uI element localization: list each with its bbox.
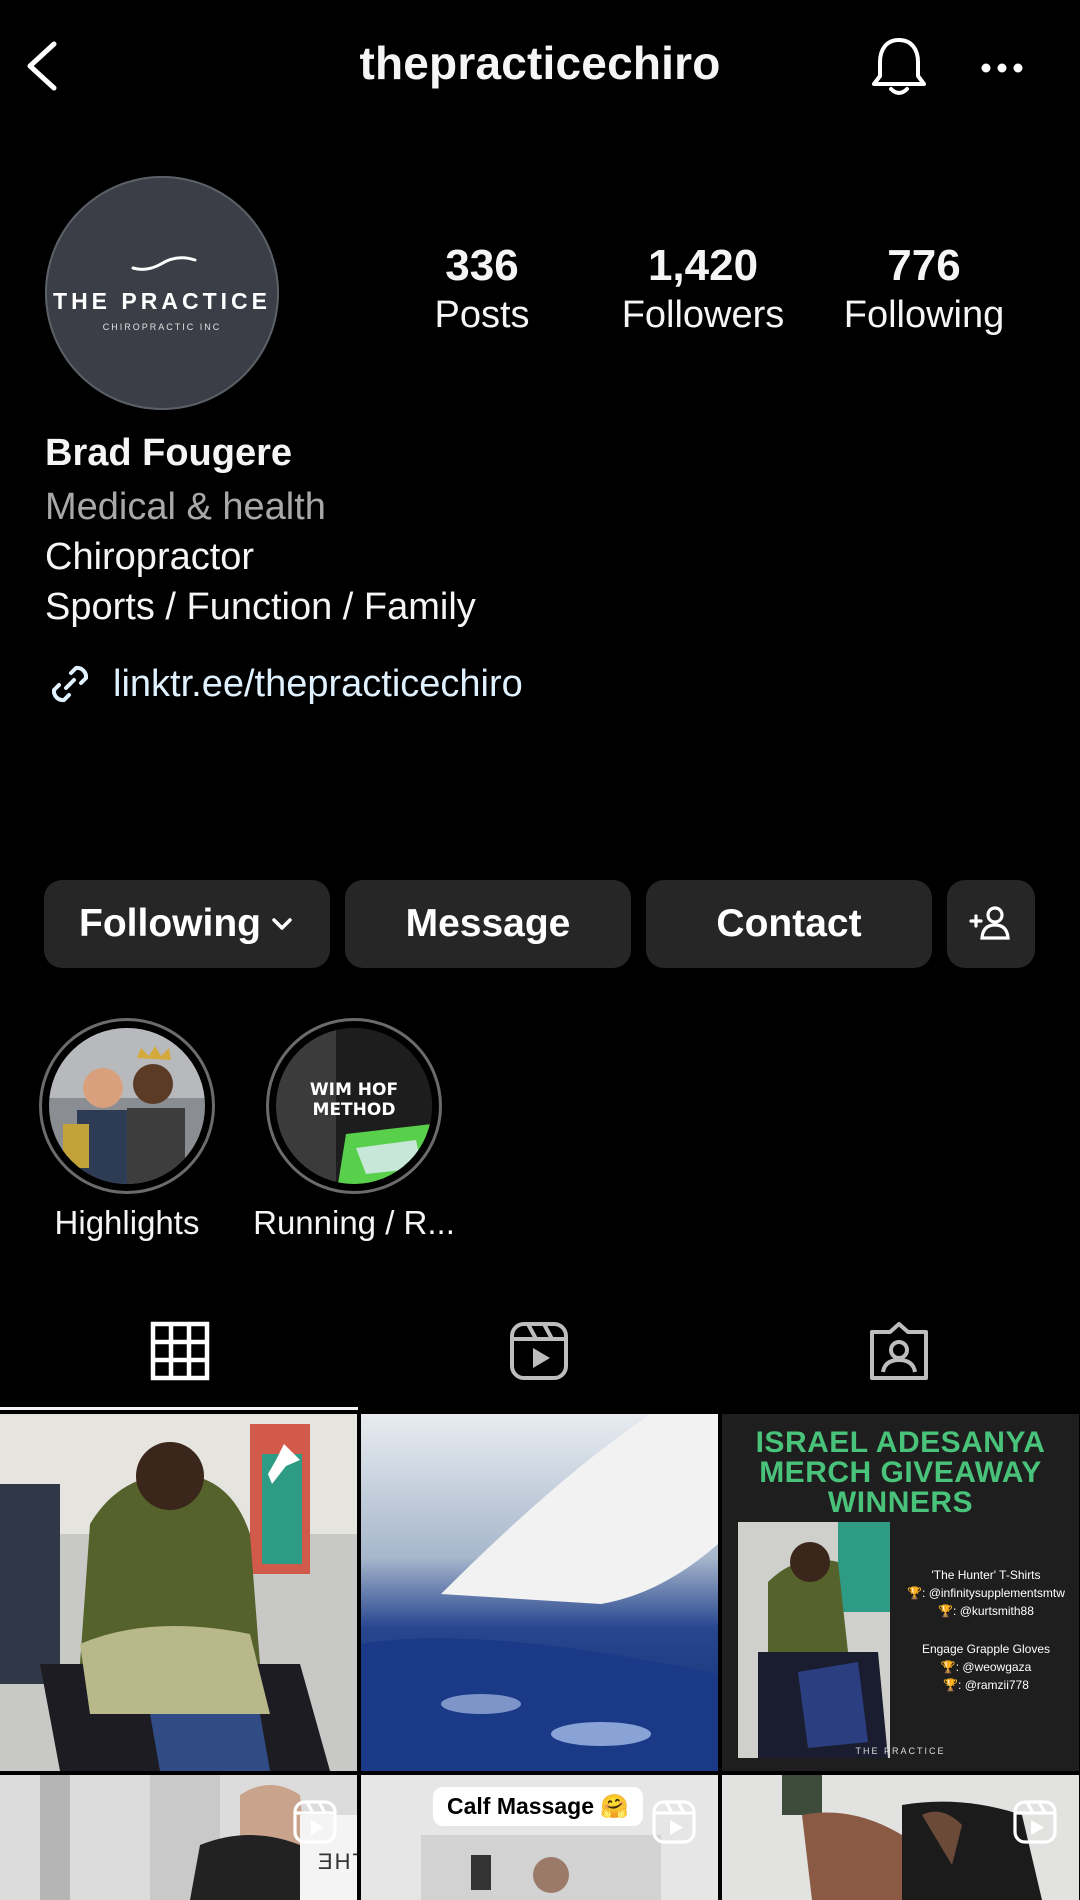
logo-wave-icon xyxy=(131,256,197,271)
avatar-brand-subtext: CHIROPRACTIC INC xyxy=(102,322,222,332)
reels-tab-icon[interactable] xyxy=(508,1320,570,1382)
highlight-label: Highlights xyxy=(54,1204,200,1241)
grid-post-reel[interactable] xyxy=(722,1775,1079,1900)
posts-stat[interactable]: 336 Posts xyxy=(392,240,572,338)
reel-badge-icon xyxy=(293,1800,337,1844)
profile-link-text: linktr.ee/thepracticechiro xyxy=(113,662,523,705)
grid-tab-icon[interactable] xyxy=(149,1320,211,1382)
followers-stat[interactable]: 1,420 Followers xyxy=(613,240,793,338)
profile-category: Medical & health xyxy=(45,486,326,528)
highlight-running[interactable]: WIM HOF METHOD xyxy=(266,1018,442,1194)
following-button[interactable]: Following xyxy=(44,880,330,968)
grid-post-reel[interactable]: THE I xyxy=(0,1775,357,1900)
followers-count: 1,420 xyxy=(647,241,759,290)
contact-button-label: Contact xyxy=(716,902,862,945)
followers-label: Followers xyxy=(621,294,785,336)
giveaway-title: ISRAEL ADESANYA MERCH GIVEAWAY WINNERS xyxy=(722,1428,1079,1518)
highlight-highlights[interactable] xyxy=(39,1018,215,1194)
posts-label: Posts xyxy=(434,294,530,336)
calf-massage-caption: Calf Massage 🤗 xyxy=(433,1787,644,1826)
avatar-brand-text: THE PRACTICE xyxy=(53,288,271,314)
following-stat[interactable]: 776 Following xyxy=(834,240,1014,338)
highlight-label: Running / R... xyxy=(253,1204,455,1241)
giveaway-title-line: WINNERS xyxy=(827,1486,974,1519)
highlight-cover-image xyxy=(49,1028,205,1184)
grid-post[interactable] xyxy=(361,1414,718,1771)
highlight-cover-image: WIM HOF METHOD xyxy=(276,1028,432,1184)
active-tab-indicator xyxy=(0,1407,358,1410)
giveaway-photo xyxy=(738,1522,890,1758)
following-count: 776 xyxy=(887,241,961,290)
message-button-label: Message xyxy=(405,902,571,945)
posts-count: 336 xyxy=(445,241,519,290)
highlight-cover-text: WIM HOF METHOD xyxy=(309,1080,399,1120)
contact-button[interactable]: Contact xyxy=(646,880,932,968)
giveaway-line: 🏆: @kurtsmith88 xyxy=(938,1604,1034,1618)
giveaway-line: 🏆: @infinitysupplementsmtw xyxy=(907,1586,1065,1600)
suggested-people-button[interactable] xyxy=(947,880,1035,968)
bell-icon[interactable] xyxy=(866,34,932,100)
grid-post[interactable] xyxy=(0,1414,357,1771)
chevron-down-icon xyxy=(272,918,292,930)
message-button[interactable]: Message xyxy=(345,880,631,968)
link-icon xyxy=(51,665,89,703)
reel-badge-icon xyxy=(652,1800,696,1844)
following-label: Following xyxy=(843,294,1005,336)
giveaway-title-line: MERCH GIVEAWAY xyxy=(759,1456,1042,1489)
giveaway-line: 'The Hunter' T-Shirts xyxy=(931,1568,1041,1582)
giveaway-line: 🏆: @weowgaza xyxy=(940,1660,1032,1674)
giveaway-title-line: ISRAEL ADESANYA xyxy=(755,1426,1046,1459)
grid-post-giveaway[interactable]: ISRAEL ADESANYA MERCH GIVEAWAY WINNERS '… xyxy=(722,1414,1079,1771)
add-person-icon xyxy=(969,906,1010,940)
bio-line: Chiropractor xyxy=(45,536,255,578)
partial-sign-text: THE I xyxy=(316,1849,357,1874)
reel-badge-icon xyxy=(1013,1800,1057,1844)
giveaway-line: 🏆: @ramzii778 xyxy=(943,1678,1029,1692)
following-button-label: Following xyxy=(79,902,261,945)
profile-name: Brad Fougere xyxy=(45,432,293,474)
bio-line: Sports / Function / Family xyxy=(45,586,476,628)
more-options-icon[interactable] xyxy=(978,44,1026,92)
giveaway-line: Engage Grapple Gloves xyxy=(921,1642,1051,1656)
profile-link[interactable]: linktr.ee/thepracticechiro xyxy=(45,656,523,712)
grid-post-reel[interactable]: Calf Massage 🤗 xyxy=(361,1775,718,1900)
giveaway-footer: THE PRACTICE xyxy=(855,1746,946,1756)
tagged-tab-icon[interactable] xyxy=(868,1320,930,1382)
profile-avatar[interactable]: THE PRACTICE CHIROPRACTIC INC xyxy=(45,176,279,410)
